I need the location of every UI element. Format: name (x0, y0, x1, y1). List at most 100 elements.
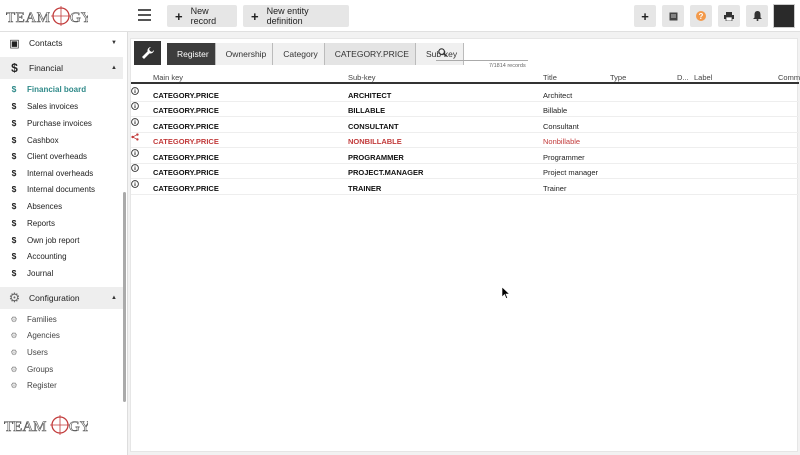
cell-title: Consultant (543, 122, 579, 131)
sidebar-item-register[interactable]: ⚙ Register (0, 377, 123, 393)
cell-title: Architect (543, 91, 573, 100)
sidebar-item-cashbox[interactable]: $ Cashbox (0, 132, 123, 148)
print-button[interactable] (718, 5, 740, 27)
table-row[interactable]: CATEGORY.PRICE PROJECT.MANAGER Project m… (131, 164, 799, 179)
sidebar-item-label: Register (27, 380, 57, 390)
plus-icon: + (175, 8, 183, 24)
cell-title: Programmer (543, 153, 585, 162)
sidebar-item-sales-invoices[interactable]: $ Sales invoices (0, 98, 123, 114)
table-row[interactable]: CATEGORY.PRICE ARCHITECT Architect (131, 87, 799, 102)
user-avatar[interactable] (773, 4, 795, 28)
dollar-icon: $ (11, 135, 17, 145)
dollar-icon: $ (11, 235, 17, 245)
table-row[interactable]: CATEGORY.PRICE TRAINER Trainer (131, 180, 799, 195)
info-icon[interactable] (131, 149, 139, 157)
column-type[interactable]: Type (610, 73, 626, 82)
sidebar-item-own-job-report[interactable]: $ Own job report (0, 232, 123, 248)
column-d[interactable]: D... (677, 73, 689, 82)
sidebar-item-label: Cashbox (27, 135, 59, 145)
table-row[interactable]: CATEGORY.PRICE PROGRAMMER Programmer (131, 149, 799, 164)
info-icon[interactable] (131, 102, 139, 110)
sidebar-item-label: Client overheads (27, 151, 88, 161)
breadcrumb-item-ownership[interactable]: Ownership (215, 43, 274, 65)
search-input[interactable] (452, 47, 526, 60)
sidebar-item-journal[interactable]: $ Journal (0, 265, 123, 281)
dollar-icon: $ (11, 168, 17, 178)
column-sub-key[interactable]: Sub-key (348, 73, 376, 82)
help-button[interactable]: ? (690, 5, 712, 27)
teamogy-logo-footer: TEAM GY (4, 415, 88, 435)
settings-button[interactable] (134, 41, 161, 65)
column-label[interactable]: Label (694, 73, 712, 82)
info-icon[interactable] (131, 118, 139, 126)
bell-icon (752, 11, 762, 21)
dollar-icon: $ (11, 84, 17, 94)
dollar-icon: $ (11, 151, 17, 161)
sidebar-item-label: Sales invoices (27, 101, 79, 111)
notifications-button[interactable] (746, 5, 768, 27)
table-header: Main key Sub-key Title Type D... Label C… (131, 71, 800, 84)
sidebar-section-financial[interactable]: $ Financial ▲ (0, 57, 123, 79)
sidebar-item-label: Internal documents (27, 184, 96, 194)
svg-text:TEAM: TEAM (6, 10, 51, 26)
sidebar-item-absences[interactable]: $ Absences (0, 198, 123, 214)
sidebar-item-label: Users (27, 347, 48, 357)
cell-main-key: CATEGORY.PRICE (153, 168, 219, 177)
cell-main-key: CATEGORY.PRICE (153, 106, 219, 115)
breadcrumb-item-category[interactable]: Category (273, 43, 325, 65)
record-count: 7/1814 records (489, 63, 526, 69)
sidebar-item-label: Reports (27, 218, 56, 228)
info-icon[interactable] (131, 164, 139, 172)
cell-sub-key: TRAINER (348, 184, 382, 193)
column-main-key[interactable]: Main key (153, 73, 183, 82)
breadcrumb: Register Ownership Category CATEGORY.PRI… (167, 43, 465, 65)
caret-up-icon: ▲ (111, 295, 117, 301)
main-panel: Register Ownership Category CATEGORY.PRI… (130, 38, 800, 452)
new-record-button[interactable]: + New record (167, 5, 237, 27)
info-icon[interactable] (131, 180, 139, 188)
dollar-icon: $ (11, 101, 17, 111)
sidebar-item-groups[interactable]: ⚙ Groups (0, 361, 123, 377)
breadcrumb-item-category-price[interactable]: CATEGORY.PRICE (324, 43, 416, 65)
svg-text:GY: GY (69, 419, 88, 435)
table-row-highlighted[interactable]: CATEGORY.PRICE NONBILLABLE Nonbillable (131, 133, 799, 148)
caret-down-icon: ▼ (111, 40, 117, 46)
sidebar-item-families[interactable]: ⚙ Families (0, 311, 123, 327)
gear-icon: ⚙ (10, 314, 18, 324)
dollar-icon: $ (11, 201, 17, 211)
breadcrumb-item-register[interactable]: Register (167, 43, 216, 65)
sidebar-item-internal-documents[interactable]: $ Internal documents (0, 181, 123, 197)
sidebar-item-label: Financial board (27, 84, 87, 94)
teamogy-logo[interactable]: TEAM GY (6, 4, 88, 28)
cell-main-key: CATEGORY.PRICE (153, 122, 219, 131)
sidebar-item-internal-overheads[interactable]: $ Internal overheads (0, 165, 123, 181)
menu-toggle-icon[interactable] (138, 9, 151, 21)
cell-sub-key: CONSULTANT (348, 122, 399, 131)
mouse-cursor-icon (502, 287, 510, 299)
column-title[interactable]: Title (543, 73, 557, 82)
cell-title: Trainer (543, 184, 567, 193)
notes-button[interactable] (662, 5, 684, 27)
cell-title: Nonbillable (543, 137, 581, 146)
sidebar-item-purchase-invoices[interactable]: $ Purchase invoices (0, 115, 123, 131)
sidebar-item-accounting[interactable]: $ Accounting (0, 248, 123, 264)
sidebar-scrollbar[interactable] (123, 192, 126, 402)
gear-icon: ⚙ (10, 364, 18, 374)
new-entity-definition-button[interactable]: + New entity definition (243, 5, 349, 27)
sidebar-item-reports[interactable]: $ Reports (0, 215, 123, 231)
table-row[interactable]: CATEGORY.PRICE CONSULTANT Consultant (131, 118, 799, 133)
info-icon[interactable] (131, 87, 139, 95)
sidebar-item-label: Agencies (27, 330, 60, 340)
sidebar-item-client-overheads[interactable]: $ Client overheads (0, 148, 123, 164)
sidebar-item-users[interactable]: ⚙ Users (0, 344, 123, 360)
sidebar-item-financial-board[interactable]: $ Financial board (0, 81, 123, 97)
sidebar-section-configuration[interactable]: ⚙ Configuration ▲ (0, 287, 123, 309)
sidebar: ▣ Contacts ▼ $ Financial ▲ $ Financial bo… (0, 32, 128, 455)
share-icon[interactable] (131, 133, 139, 141)
sidebar-section-contacts[interactable]: ▣ Contacts ▼ (0, 32, 123, 54)
column-comment[interactable]: Comm (778, 73, 800, 82)
sidebar-section-label: Financial (29, 63, 64, 73)
sidebar-item-agencies[interactable]: ⚙ Agencies (0, 327, 123, 343)
add-button[interactable]: + (634, 5, 656, 27)
table-row[interactable]: CATEGORY.PRICE BILLABLE Billable (131, 102, 799, 117)
